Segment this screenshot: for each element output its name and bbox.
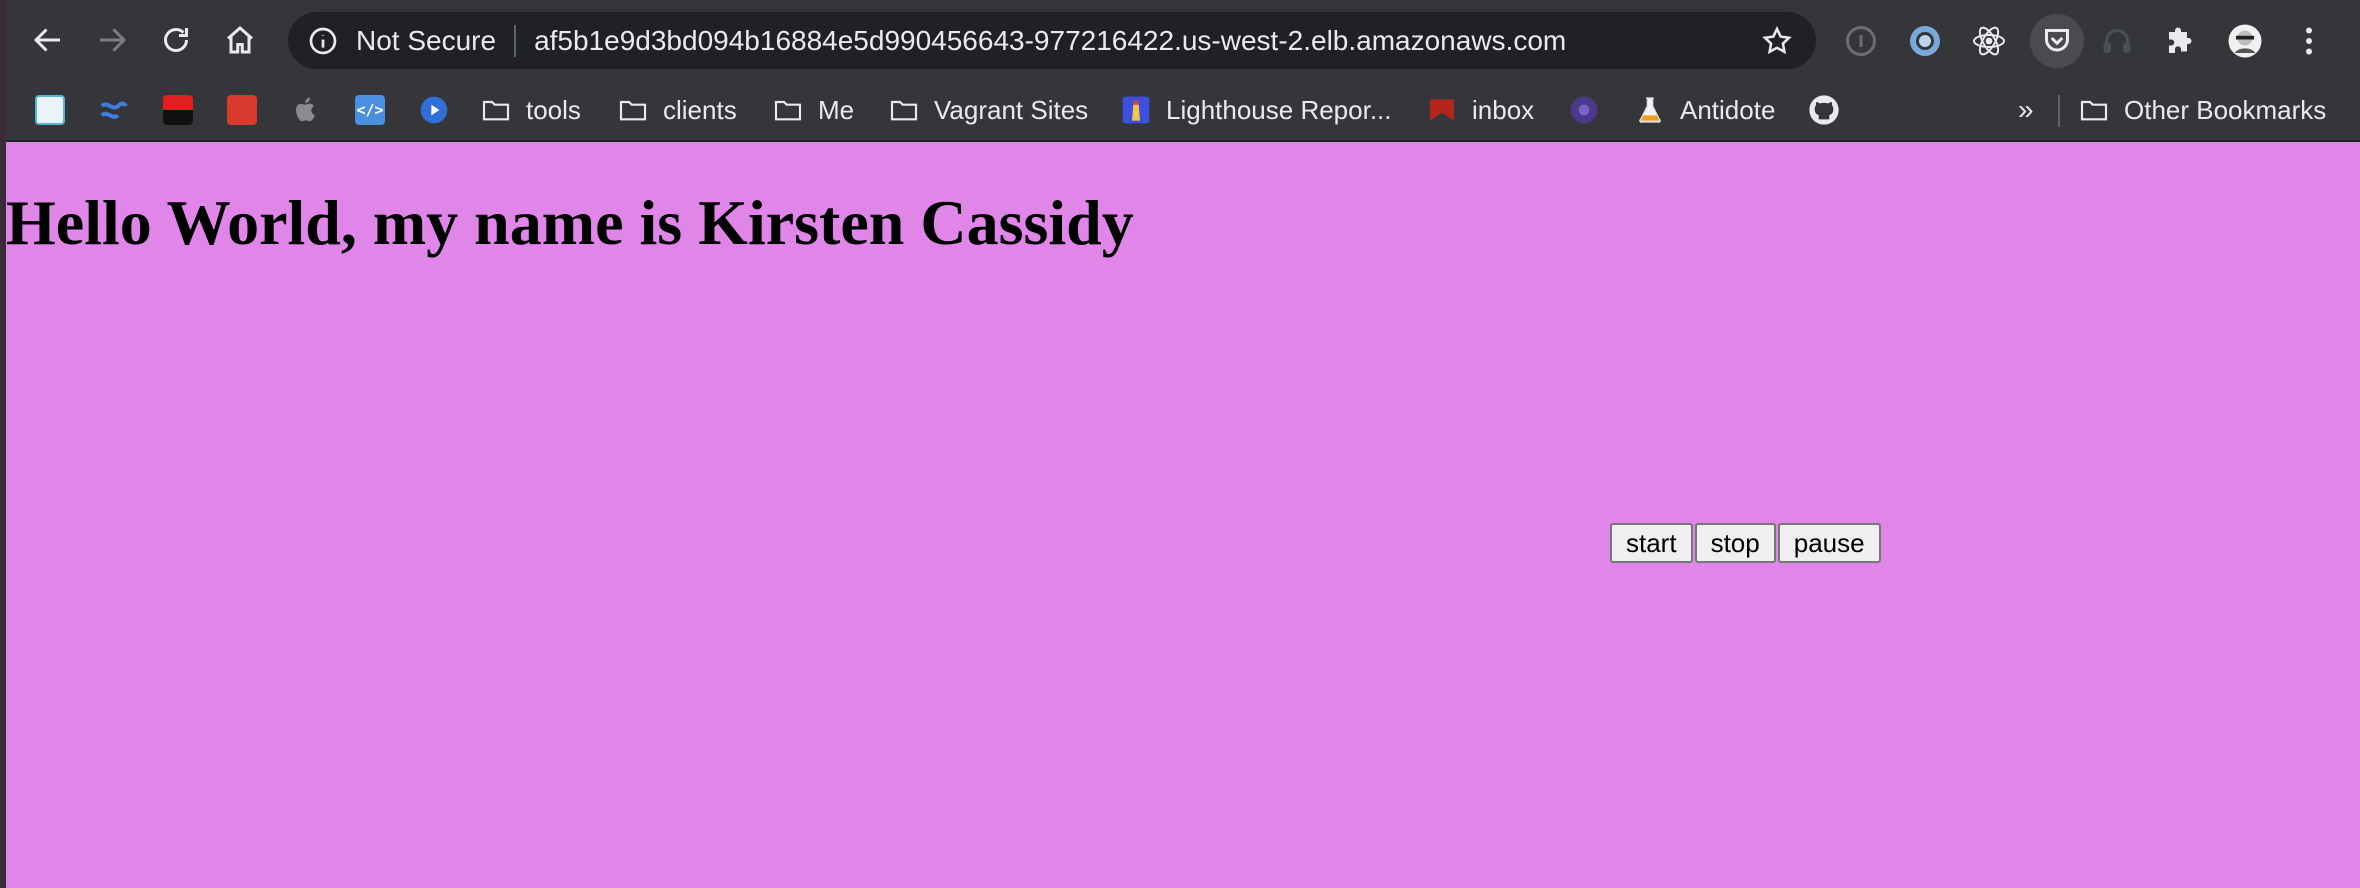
bookmark-favicon-6[interactable]: </> (354, 87, 386, 133)
page-heading: Hello World, my name is Kirsten Cassidy (6, 187, 1134, 258)
bookmark-favicon-4[interactable] (226, 87, 258, 133)
bookmark-favicon-2[interactable] (98, 87, 130, 133)
bookmark-folder-me[interactable]: Me (772, 87, 854, 133)
bookmark-inbox[interactable]: inbox (1426, 87, 1534, 133)
bookmark-folder-label: tools (526, 94, 581, 125)
browser-toolbar: Not Secure af5b1e9d3bd094b16884e5d990456… (0, 0, 2360, 81)
folder-icon (2078, 94, 2110, 126)
reload-icon (164, 28, 188, 52)
bookmarks-overflow-button[interactable]: » (2018, 87, 2034, 133)
security-label[interactable]: Not Secure (356, 25, 496, 57)
arrow-left-icon (33, 28, 60, 52)
arrow-right-icon (100, 28, 127, 52)
bookmark-favicon-3[interactable] (162, 87, 194, 133)
bookmark-favicon-5[interactable] (290, 87, 322, 133)
forward-button[interactable] (82, 10, 142, 70)
password-extension-icon[interactable] (1838, 18, 1884, 64)
home-icon (227, 26, 253, 54)
bookmarks-bar: </> tools clients Me Vagrant Sites Light (0, 81, 2360, 141)
bookmarks-divider (2058, 95, 2060, 127)
podcast-icon (1568, 94, 1600, 126)
lighthouse-icon (1120, 94, 1152, 126)
bookmark-lighthouse[interactable]: Lighthouse Repor... (1120, 87, 1392, 133)
bookmark-favicon-7[interactable] (418, 87, 450, 133)
other-bookmarks-label: Other Bookmarks (2124, 94, 2327, 125)
address-bar[interactable]: Not Secure af5b1e9d3bd094b16884e5d990456… (288, 12, 1816, 69)
onepassword-icon[interactable] (1902, 18, 1948, 64)
play-icon (418, 94, 450, 126)
stop-button[interactable]: stop (1694, 523, 1776, 563)
headphones-extension-icon[interactable] (2094, 18, 2140, 64)
bookmark-folder-label: Vagrant Sites (934, 94, 1089, 125)
bookmark-label: inbox (1472, 94, 1535, 125)
reload-button[interactable] (146, 10, 206, 70)
flask-icon (1634, 94, 1666, 126)
pause-button[interactable]: pause (1777, 523, 1881, 563)
puzzle-icon[interactable] (2158, 18, 2204, 64)
playback-controls: start stop pause (1610, 523, 1881, 563)
apple-icon (290, 94, 322, 126)
bookmark-folder-clients[interactable]: clients (617, 87, 737, 133)
folder-icon (617, 94, 649, 126)
bookmark-folder-label: clients (663, 94, 737, 125)
bookmark-folder-tools[interactable]: tools (480, 87, 581, 133)
other-bookmarks-folder[interactable]: Other Bookmarks (2078, 87, 2326, 133)
page-viewport: Hello World, my name is Kirsten Cassidy … (6, 142, 2360, 888)
bookmark-feather-icon (34, 94, 66, 126)
folder-icon (772, 94, 804, 126)
bookmark-label: Antidote (1680, 94, 1776, 125)
bookmark-label: Lighthouse Repor... (1166, 94, 1392, 125)
pocket-icon[interactable] (2030, 14, 2084, 68)
bookmark-rocket-icon (226, 94, 258, 126)
home-button[interactable] (210, 10, 270, 70)
github-icon (1808, 94, 1840, 126)
code-icon: </> (354, 94, 386, 126)
bookmark-flag-icon (162, 94, 194, 126)
profile-avatar[interactable] (2222, 18, 2268, 64)
bookmark-favicon-1[interactable] (34, 87, 66, 133)
inbox-icon (1426, 94, 1458, 126)
bookmark-wave-icon (98, 94, 130, 126)
bookmark-folder-vagrant-sites[interactable]: Vagrant Sites (888, 87, 1088, 133)
back-button[interactable] (18, 10, 78, 70)
info-icon[interactable] (306, 24, 340, 58)
bookmark-favicon-podcast[interactable] (1568, 87, 1600, 133)
folder-icon (888, 94, 920, 126)
star-icon[interactable] (1760, 24, 1794, 58)
menu-kebab-icon[interactable] (2286, 18, 2332, 64)
start-button[interactable]: start (1610, 523, 1693, 563)
url-text[interactable]: af5b1e9d3bd094b16884e5d990456643-9772164… (534, 25, 1566, 57)
folder-icon (480, 94, 512, 126)
desktop-edge (0, 0, 6, 888)
bookmark-folder-label: Me (818, 94, 855, 125)
bookmark-github[interactable] (1808, 87, 1840, 133)
bookmark-antidote[interactable]: Antidote (1634, 87, 1775, 133)
omnibox-divider (514, 24, 517, 57)
react-devtools-icon[interactable] (1966, 18, 2012, 64)
